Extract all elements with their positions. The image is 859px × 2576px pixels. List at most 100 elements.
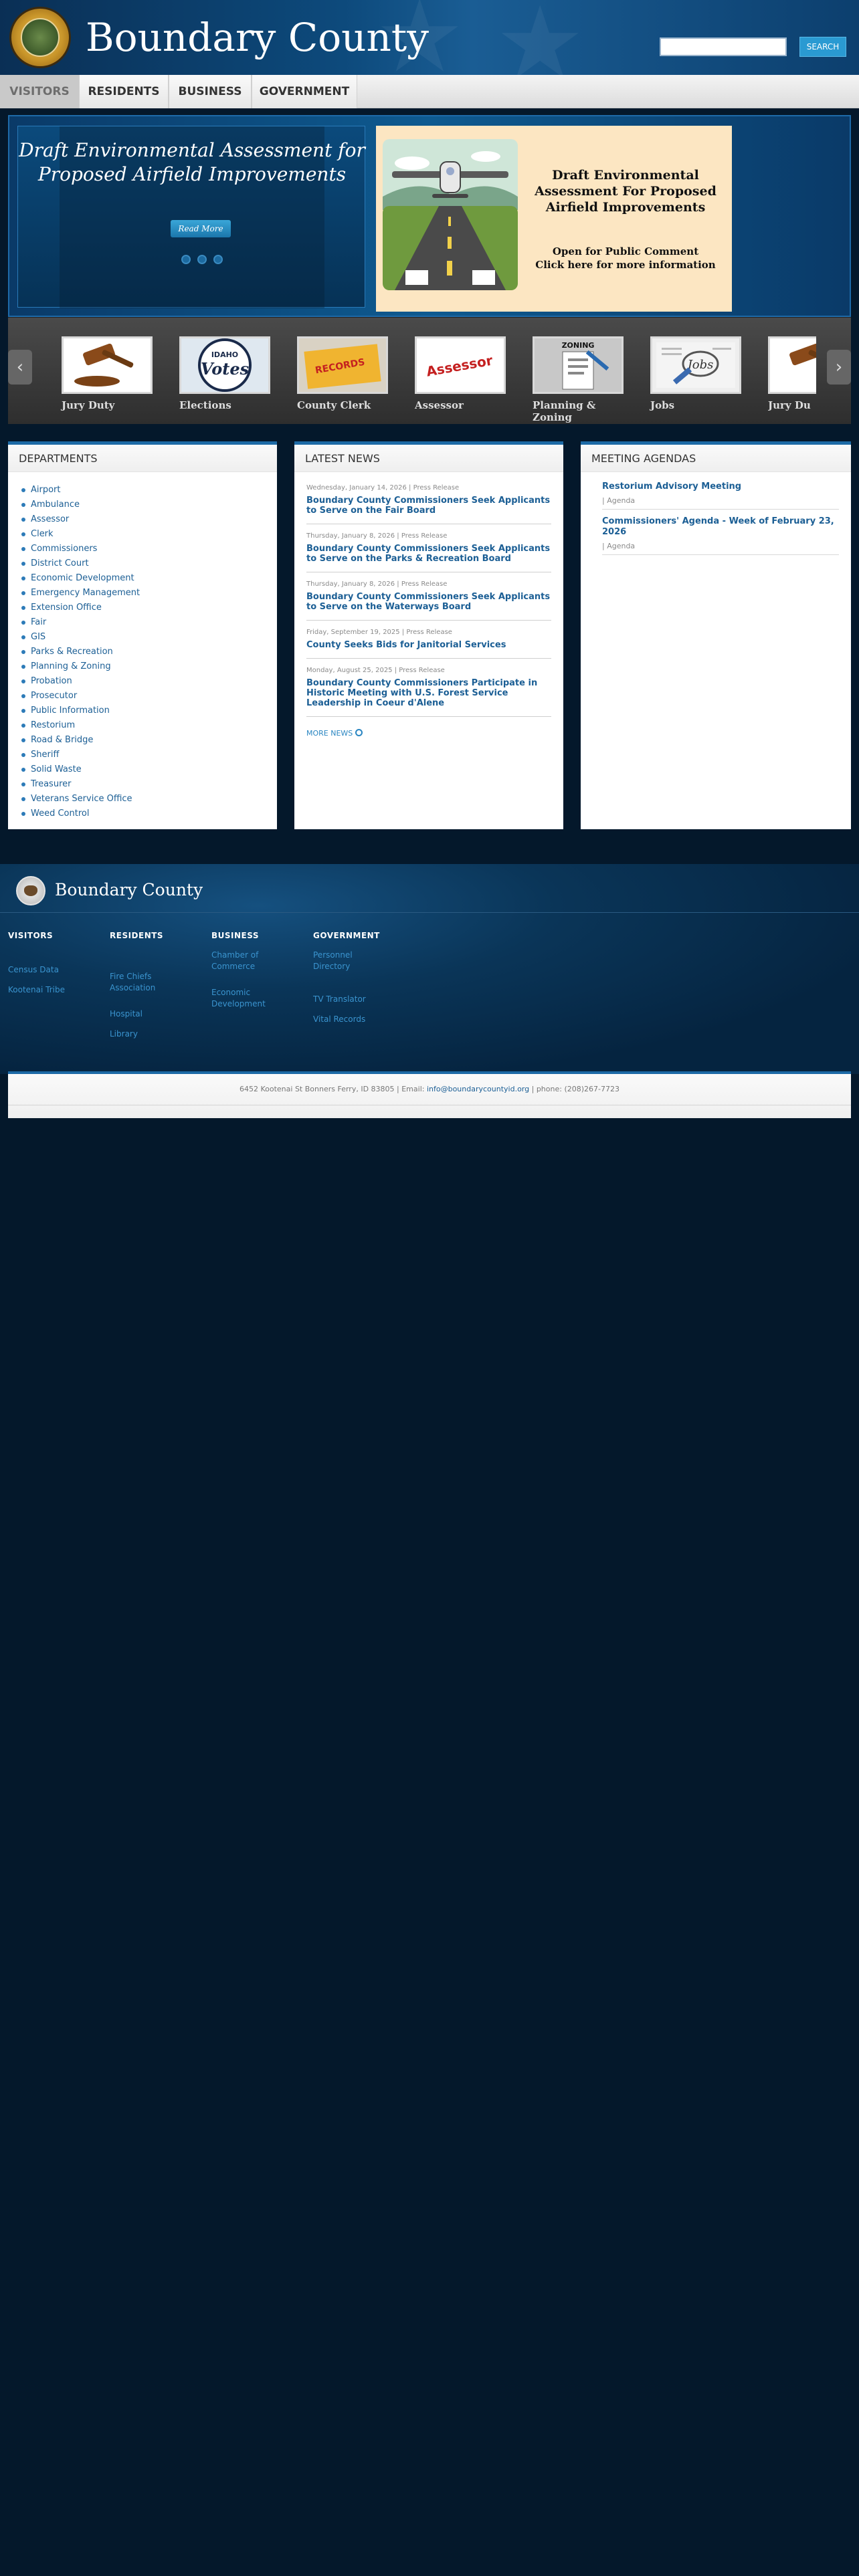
site-header: ★ ★ Boundary County SEARCH bbox=[0, 0, 859, 75]
department-link[interactable]: Fair bbox=[21, 615, 277, 630]
footer-title[interactable]: Boundary County bbox=[55, 880, 203, 899]
carousel-item-jobs[interactable]: Jobs Jobs bbox=[650, 336, 741, 411]
zoning-thumb-text: ZONING bbox=[562, 341, 595, 350]
department-link[interactable]: Weed Control bbox=[21, 807, 277, 821]
email-link[interactable]: info@boundarycountyid.org bbox=[427, 1085, 529, 1093]
site-title[interactable]: Boundary County bbox=[86, 15, 429, 60]
department-link[interactable]: Road & Bridge bbox=[21, 733, 277, 748]
news-meta: Thursday, January 8, 2026 | Press Releas… bbox=[306, 532, 448, 540]
slide-dot-1[interactable] bbox=[181, 255, 191, 264]
footer-col-government: GOVERNMENT Personnel Directory TV Transl… bbox=[313, 931, 407, 1031]
records-folder-icon: RECORDS bbox=[297, 336, 388, 394]
carousel-label: Assessor bbox=[415, 399, 464, 411]
news-title-link[interactable]: Boundary County Commissioners Participat… bbox=[306, 678, 551, 708]
footer-link[interactable]: Economic Development bbox=[211, 987, 272, 1010]
department-link[interactable]: Economic Development bbox=[21, 571, 277, 586]
news-title-link[interactable]: Boundary County Commissioners Seek Appli… bbox=[306, 544, 551, 564]
more-news-label: MORE NEWS bbox=[306, 729, 353, 738]
department-link[interactable]: Public Information bbox=[21, 704, 277, 718]
department-link[interactable]: District Court bbox=[21, 556, 277, 571]
carousel-item-elections[interactable]: IDAHO Votes Elections bbox=[179, 336, 270, 411]
county-seal-logo[interactable] bbox=[9, 7, 71, 68]
nav-item-government[interactable]: GOVERNMENT bbox=[252, 75, 357, 108]
list-item: Wednesday, January 14, 2026 | Press Rele… bbox=[306, 476, 551, 524]
department-link[interactable]: GIS bbox=[21, 630, 277, 645]
department-link[interactable]: Probation bbox=[21, 674, 277, 689]
department-link[interactable]: Extension Office bbox=[21, 601, 277, 615]
slide-dot-3[interactable] bbox=[213, 255, 223, 264]
nav-item-residents[interactable]: RESIDENTS bbox=[79, 75, 169, 108]
department-link[interactable]: Airport bbox=[21, 483, 277, 498]
carousel-label: Jury Du bbox=[768, 399, 811, 411]
news-list: Wednesday, January 14, 2026 | Press Rele… bbox=[294, 472, 563, 717]
department-link[interactable]: Restorium bbox=[21, 718, 277, 733]
news-title-link[interactable]: Boundary County Commissioners Seek Appli… bbox=[306, 592, 551, 612]
department-link[interactable]: Emergency Management bbox=[21, 586, 277, 601]
slide-caption-panel: Draft Environmental Assessment for Propo… bbox=[17, 126, 365, 308]
department-link[interactable]: Solid Waste bbox=[21, 762, 277, 777]
footer-link[interactable]: TV Translator bbox=[313, 994, 366, 1005]
main-nav: VISITORS RESIDENTS BUSINESS GOVERNMENT bbox=[0, 75, 859, 108]
news-meta: Wednesday, January 14, 2026 | Press Rele… bbox=[306, 484, 460, 492]
carousel-next-icon[interactable]: › bbox=[827, 350, 851, 385]
news-meta: Friday, September 19, 2025 | Press Relea… bbox=[306, 629, 452, 636]
site-footer: Boundary County VISITORS Census Data Koo… bbox=[0, 864, 859, 1074]
agenda-type: | Agenda bbox=[602, 542, 636, 550]
carousel-item-jury-duty-repeat[interactable]: Jury Du bbox=[768, 336, 816, 411]
read-more-button[interactable]: Read More bbox=[171, 220, 231, 237]
department-link[interactable]: Clerk bbox=[21, 527, 277, 542]
idaho-votes-thumb-main: Votes bbox=[201, 359, 250, 379]
footer-seal-logo[interactable] bbox=[16, 876, 45, 905]
agenda-title-link[interactable]: Restorium Advisory Meeting bbox=[602, 481, 839, 492]
slide-dot-2[interactable] bbox=[197, 255, 207, 264]
footer-link[interactable]: Vital Records bbox=[313, 1014, 365, 1025]
department-link[interactable]: Sheriff bbox=[21, 748, 277, 762]
carousel-overflow: Jury Du bbox=[768, 318, 816, 425]
search-input[interactable] bbox=[660, 37, 787, 56]
search-button[interactable]: SEARCH bbox=[799, 37, 846, 57]
department-link[interactable]: Commissioners bbox=[21, 542, 277, 556]
carousel-item-county-clerk[interactable]: RECORDS County Clerk bbox=[297, 336, 388, 411]
footer-link[interactable]: Personnel Directory bbox=[313, 950, 367, 972]
jobs-newspaper-icon: Jobs bbox=[650, 336, 741, 394]
list-item: Monday, August 25, 2025 | Press Release … bbox=[306, 659, 551, 717]
department-link[interactable]: Parks & Recreation bbox=[21, 645, 277, 659]
carousel-item-planning-zoning[interactable]: ZONING Planning & Zoning bbox=[533, 336, 624, 423]
assessor-stamp-icon: Assessor bbox=[415, 336, 506, 394]
carousel-item-jury-duty[interactable]: Jury Duty bbox=[62, 336, 153, 411]
footer-link[interactable]: Chamber of Commerce bbox=[211, 950, 272, 972]
carousel-item-assessor[interactable]: Assessor Assessor bbox=[415, 336, 506, 411]
nav-item-visitors[interactable]: VISITORS bbox=[0, 75, 79, 108]
phone-text: | phone: (208)267-7723 bbox=[529, 1085, 619, 1093]
slide-image-subtitle-line2: Click here for more information bbox=[535, 259, 716, 271]
footer-link[interactable]: Fire Chiefs Association bbox=[110, 971, 170, 994]
carousel-prev-icon[interactable]: ‹ bbox=[8, 350, 32, 385]
department-link[interactable]: Ambulance bbox=[21, 498, 277, 512]
zoning-clipboard-icon: ZONING bbox=[533, 336, 624, 394]
list-item: Friday, September 19, 2025 | Press Relea… bbox=[306, 621, 551, 659]
news-title-link[interactable]: Boundary County Commissioners Seek Appli… bbox=[306, 496, 551, 516]
departments-list: Airport Ambulance Assessor Clerk Commissione… bbox=[8, 472, 277, 821]
department-link[interactable]: Veterans Service Office bbox=[21, 792, 277, 807]
agenda-title-link[interactable]: Commissioners' Agenda - Week of February… bbox=[602, 516, 839, 538]
footer-link[interactable]: Census Data bbox=[8, 964, 59, 976]
circle-arrow-icon bbox=[355, 729, 363, 736]
more-news-link[interactable]: MORE NEWS bbox=[306, 729, 551, 738]
department-link[interactable]: Treasurer bbox=[21, 777, 277, 792]
idaho-votes-icon: IDAHO Votes bbox=[179, 336, 270, 394]
contact-bar: 6452 Kootenai St Bonners Ferry, ID 83805… bbox=[8, 1071, 851, 1118]
footer-link[interactable]: Hospital bbox=[110, 1008, 142, 1020]
nav-item-business[interactable]: BUSINESS bbox=[169, 75, 252, 108]
footer-link[interactable]: Library bbox=[110, 1029, 138, 1040]
latest-news-heading: LATEST NEWS bbox=[294, 441, 563, 472]
slide-image[interactable]: Draft Environmental Assessment For Propo… bbox=[376, 126, 732, 312]
footer-link[interactable]: Kootenai Tribe bbox=[8, 984, 65, 996]
quick-links-carousel: ‹ › Jury Duty IDAHO Votes Elections RECO… bbox=[8, 317, 851, 424]
department-link[interactable]: Planning & Zoning bbox=[21, 659, 277, 674]
carousel-label: Jury Duty bbox=[62, 399, 115, 411]
footer-col-heading: RESIDENTS bbox=[110, 931, 164, 940]
news-title-link[interactable]: County Seeks Bids for Janitorial Service… bbox=[306, 640, 551, 650]
department-link[interactable]: Prosecutor bbox=[21, 689, 277, 704]
department-link[interactable]: Assessor bbox=[21, 512, 277, 527]
news-meta: Thursday, January 8, 2026 | Press Releas… bbox=[306, 580, 448, 588]
